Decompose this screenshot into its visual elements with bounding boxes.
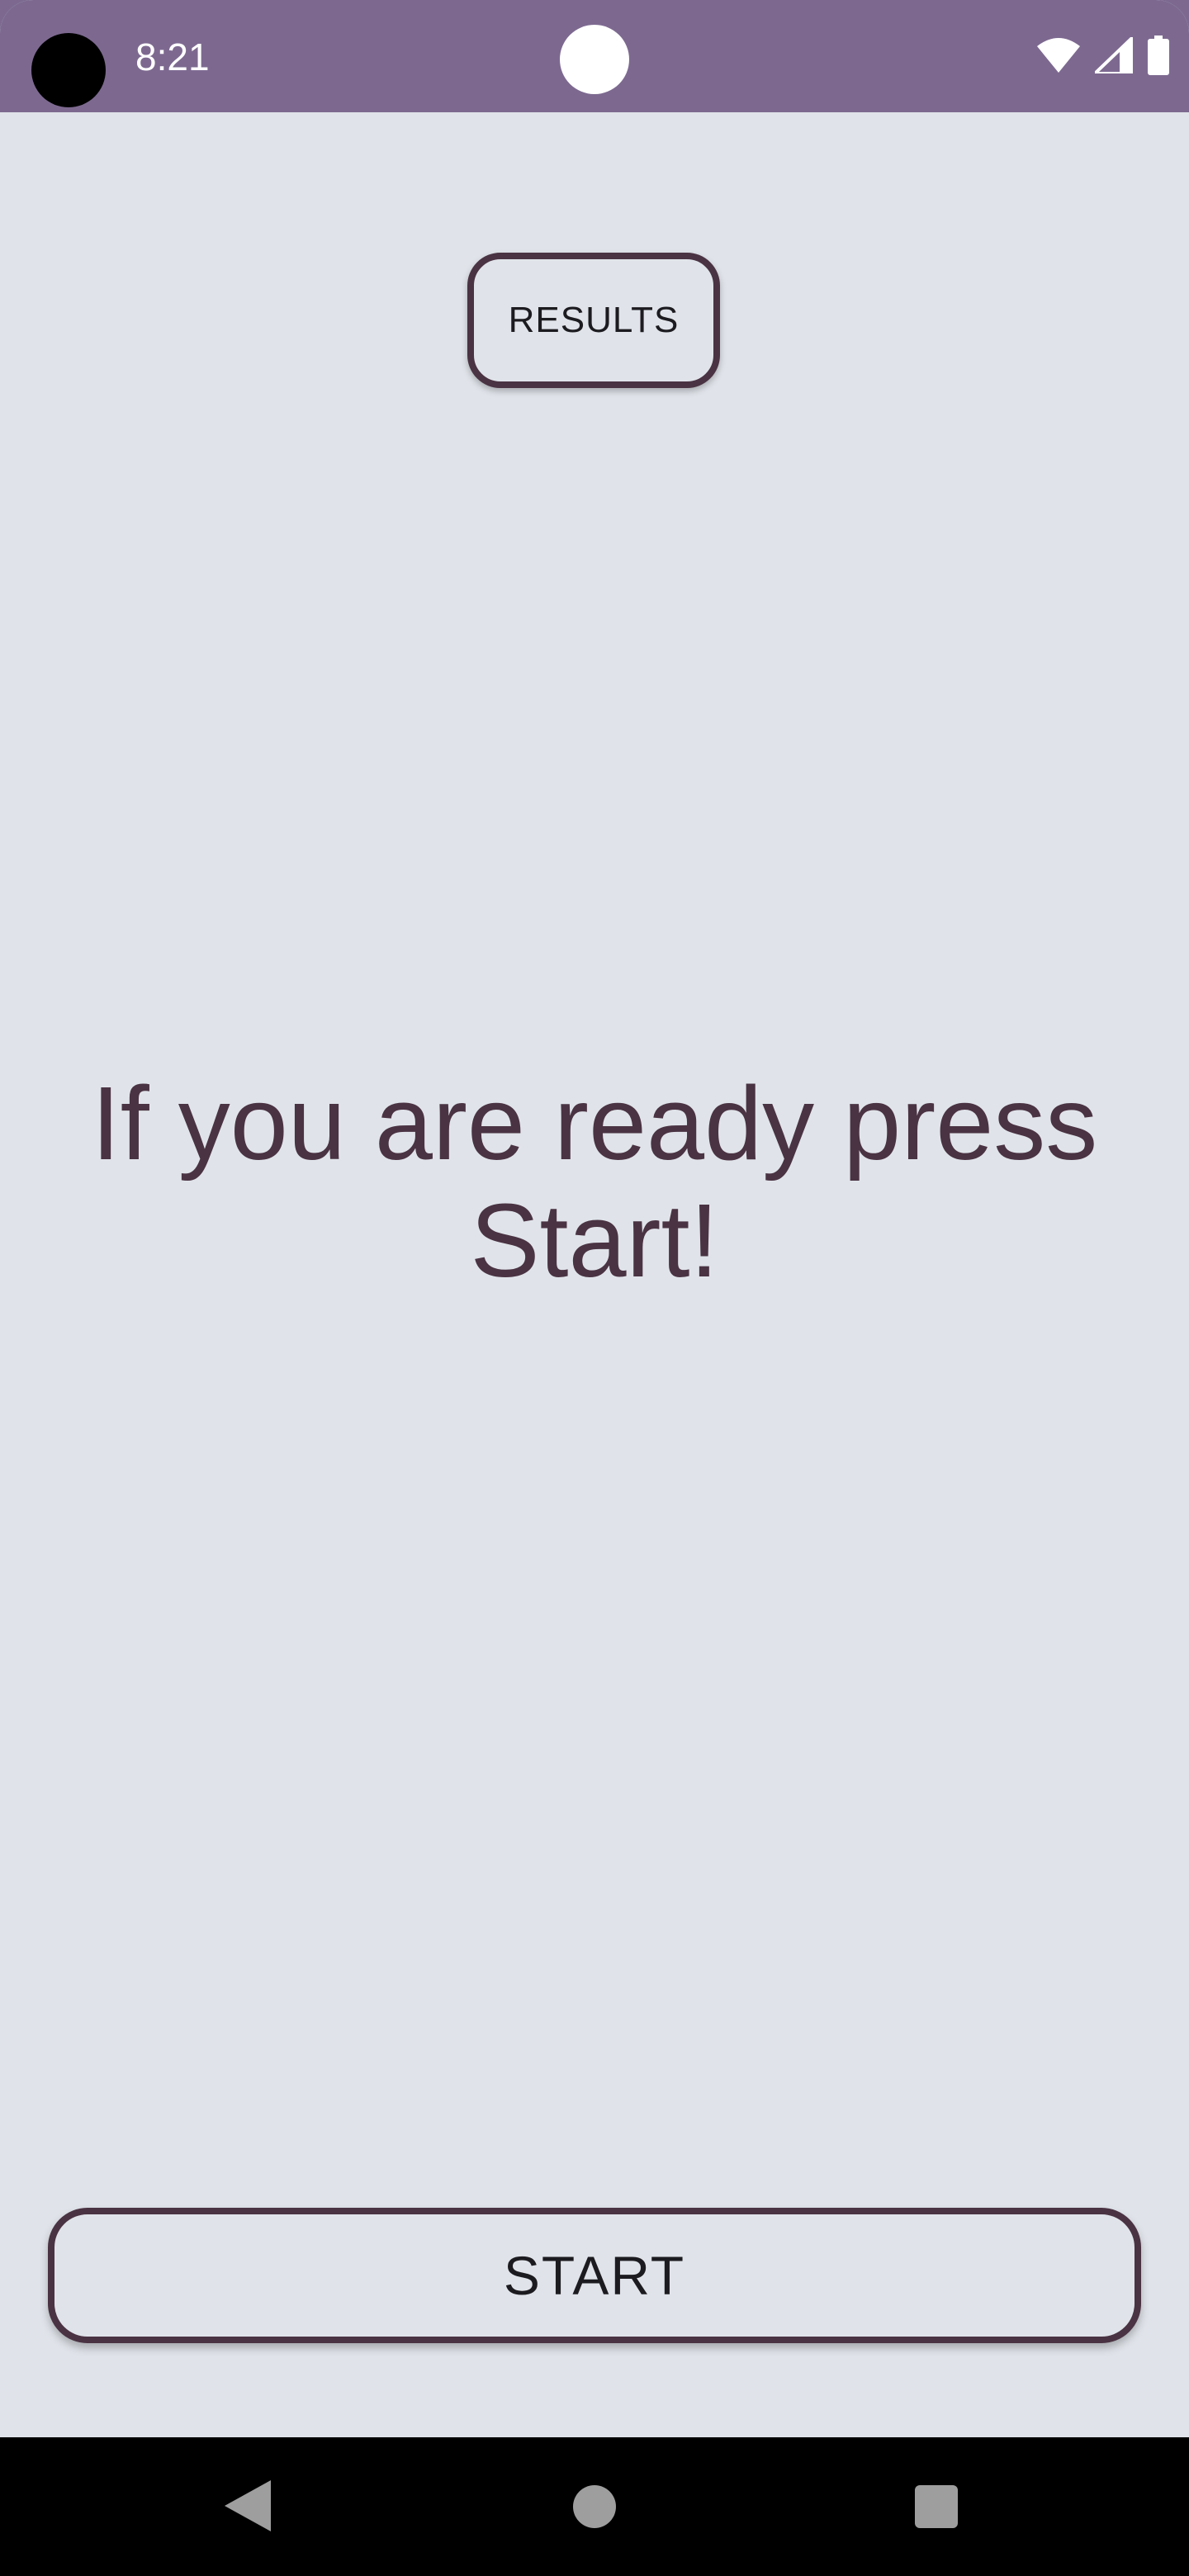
wifi-icon (1037, 38, 1080, 73)
start-button[interactable]: START (48, 2208, 1141, 2343)
app-screen: 8:21 RESULTS If you are ready press Star… (0, 0, 1189, 2576)
back-icon[interactable] (225, 2480, 271, 2531)
results-button[interactable]: RESULTS (467, 253, 720, 388)
status-bar: 8:21 (0, 0, 1189, 112)
home-icon[interactable] (573, 2485, 616, 2528)
navigation-bar (0, 2437, 1189, 2576)
ready-prompt: If you are ready press Start! (91, 1065, 1098, 1299)
results-button-label: RESULTS (508, 300, 680, 340)
recents-icon[interactable] (915, 2485, 958, 2528)
notification-dot-icon (560, 25, 629, 94)
battery-icon (1148, 36, 1169, 75)
camera-cutout (31, 33, 106, 107)
status-icons (1037, 35, 1169, 76)
status-time: 8:21 (135, 36, 210, 78)
cell-signal-icon (1095, 37, 1133, 73)
start-button-label: START (503, 2245, 686, 2306)
